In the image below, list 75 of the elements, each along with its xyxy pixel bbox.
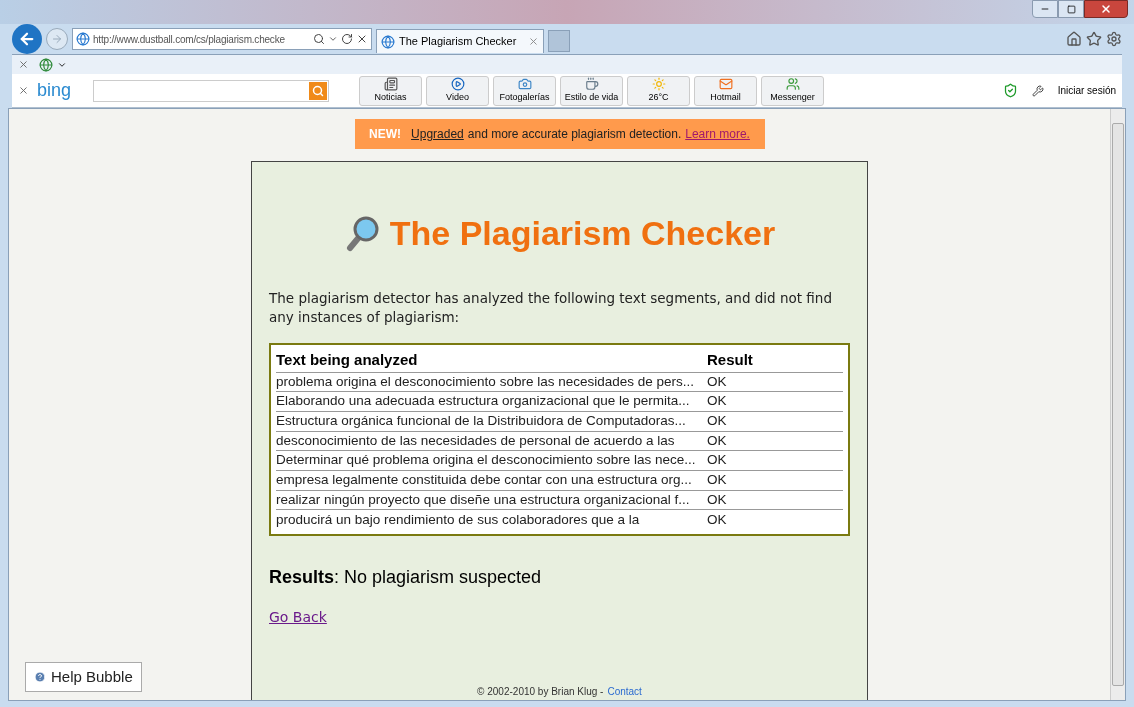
address-url: http://www.dustball.com/cs/plagiarism.checke [93, 32, 286, 47]
camera-icon [517, 76, 532, 91]
table-cell-text: OK [707, 372, 728, 391]
dropdown-icon [328, 34, 338, 44]
new-label: NEW! [369, 126, 402, 143]
forward-arrow-icon [51, 33, 63, 45]
shield-icon[interactable] [1002, 83, 1018, 98]
maximize-button[interactable] [1058, 0, 1084, 18]
table-cell-text: problema origina el desconocimiento sobre las necesidades de pers... [276, 372, 695, 391]
back-button[interactable] [12, 24, 42, 54]
table-cell-text: OK [707, 471, 728, 490]
minimize-button[interactable] [1032, 0, 1058, 18]
column-header: Text being analyzed [276, 350, 419, 370]
table-cell-text: realizar ningún proyecto que diseñe una estructura organizacional f... [276, 490, 691, 509]
wrench-icon[interactable] [1031, 84, 1044, 97]
toolbar-button[interactable]: Fotogalerías [493, 75, 556, 106]
toolbar-button[interactable]: Messenger [761, 75, 824, 106]
go-back-link[interactable]: Go Back [269, 607, 327, 628]
toolbar-button[interactable]: Video [426, 75, 489, 106]
intro-text: The plagiarism detector has analyzed the following text segments, and did not find any instances of plagiarism: [269, 289, 833, 327]
refresh-icon [341, 33, 353, 45]
search-field[interactable] [93, 79, 329, 102]
close-icon[interactable] [18, 85, 29, 96]
table-cell-text: producirá un bajo rendimiento de sus colaboradores que a la [276, 511, 641, 530]
column-header: Result [707, 350, 754, 370]
close-icon[interactable] [18, 59, 29, 70]
toolbar-button[interactable]: Estilo de vida [560, 75, 623, 106]
table-cell-text: desconocimiento de las necesidades de personal de acuerdo a las [276, 431, 676, 450]
sun-icon [651, 76, 666, 91]
table-cell-text: OK [707, 451, 728, 470]
search-button[interactable] [309, 81, 327, 100]
table-cell-text: Determinar qué problema origina el desconocimiento sobre las nece... [276, 451, 697, 470]
help-icon [34, 671, 46, 683]
maximize-icon [1066, 4, 1076, 14]
copyright-text: © 2002-2010 by Brian Klug - [477, 685, 604, 699]
close-icon [1100, 3, 1112, 15]
play-icon [450, 76, 465, 91]
mail-icon [718, 76, 733, 91]
table-cell-text: OK [707, 490, 728, 509]
sign-in-link[interactable]: Iniciar sesión [1057, 83, 1116, 98]
address-bar[interactable]: http://www.dustball.com/cs/plagiarism.checke [72, 28, 372, 50]
close-button[interactable] [1084, 0, 1128, 18]
learn-more-link[interactable]: Learn more. [685, 125, 750, 143]
browser-page-icon [381, 34, 395, 49]
browser-page-icon [76, 32, 90, 46]
search-icon [313, 33, 325, 45]
stop-icon [356, 33, 368, 45]
table-cell-text: empresa legalmente constituida debe contar con una estructura org... [276, 471, 693, 490]
toolbar-button[interactable]: 26°C [627, 75, 690, 106]
toolbar-button[interactable]: Noticias [359, 75, 422, 106]
contact-link[interactable]: Contact [607, 684, 642, 699]
people-icon [785, 76, 800, 91]
newspaper-icon [383, 76, 398, 91]
scrollbar-thumb[interactable] [1112, 123, 1124, 686]
globe-icon[interactable] [39, 57, 53, 72]
banner-text: and more accurate plagiarism detection. [467, 126, 682, 143]
table-cell-text: OK [707, 511, 728, 530]
table-cell-text: Estructura orgánica funcional de la Distribuidora de Computadoras... [276, 412, 687, 431]
settings-icon[interactable] [1106, 31, 1122, 47]
cup-icon [584, 76, 599, 91]
page-title: The Plagiarism Checker [389, 213, 776, 254]
bing-logo[interactable]: bing [37, 77, 85, 104]
toolbar-button[interactable]: Hotmail [694, 75, 757, 106]
table-cell-text: OK [707, 412, 728, 431]
browser-tab[interactable]: The Plagiarism Checker [376, 29, 544, 53]
home-icon[interactable] [1066, 31, 1082, 47]
table-cell-text: OK [707, 392, 728, 411]
table-cell-text: OK [707, 431, 728, 450]
search-icon [312, 84, 324, 97]
favorites-icon[interactable] [1086, 31, 1102, 47]
results-text: Results: No plagiarism suspected [269, 566, 543, 589]
close-icon [528, 36, 539, 47]
help-bubble-button[interactable]: Help Bubble [25, 662, 142, 692]
upgraded-link[interactable]: Upgraded [411, 125, 464, 143]
table-cell-text: Elaborando una adecuada estructura organizacional que le permita... [276, 392, 691, 411]
